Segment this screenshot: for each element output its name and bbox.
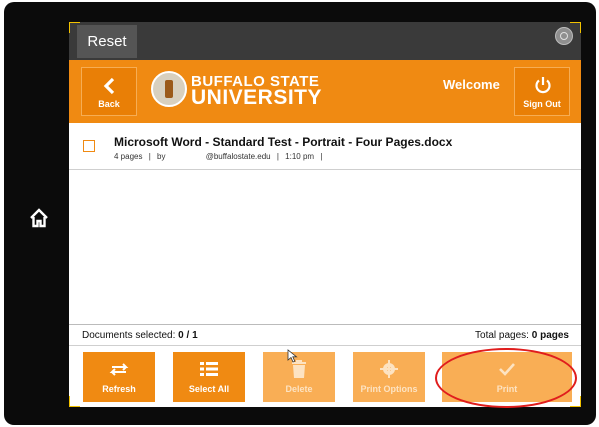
total-pages: Total pages: 0 pages: [475, 330, 569, 341]
action-toolbar: Refresh Select All Delete Print Options …: [69, 346, 581, 407]
delete-label: Delete: [285, 384, 313, 394]
document-by: by: [157, 152, 166, 161]
select-all-label: Select All: [188, 384, 230, 394]
print-label: Print: [496, 384, 518, 394]
document-pages: 4 pages: [114, 152, 143, 161]
print-release-screen: Reset Back BUFFALO STATE UNIVERSITY Welc…: [69, 22, 581, 407]
documents-selected-value: 0 / 1: [178, 330, 198, 341]
welcome-text: Welcome: [443, 77, 500, 92]
sign-out-label: Sign Out: [523, 99, 561, 109]
trash-icon: [292, 360, 306, 378]
home-icon: [30, 208, 48, 228]
print-options-label: Print Options: [360, 384, 418, 394]
logo-text-line2: UNIVERSITY: [191, 86, 323, 109]
document-list: Microsoft Word - Standard Test - Portrai…: [69, 123, 581, 323]
back-button[interactable]: Back: [81, 67, 137, 116]
list-icon: [200, 362, 218, 376]
refresh-button[interactable]: Refresh: [83, 352, 155, 402]
select-all-button[interactable]: Select All: [173, 352, 245, 402]
back-label: Back: [98, 99, 120, 109]
status-bar: Documents selected: 0 / 1 Total pages: 0…: [69, 324, 581, 346]
app-header: Back BUFFALO STATE UNIVERSITY Welcome Si…: [69, 60, 581, 123]
top-bar: Reset: [69, 22, 581, 60]
delete-button[interactable]: Delete: [263, 352, 335, 402]
document-meta: 4 pages | by @buffalostate.edu | 1:10 pm…: [114, 152, 323, 161]
document-row[interactable]: Microsoft Word - Standard Test - Portrai…: [69, 123, 581, 170]
refresh-label: Refresh: [102, 384, 136, 394]
checkmark-icon: [499, 363, 515, 376]
mouse-cursor-icon: [287, 349, 298, 363]
print-button[interactable]: Print: [442, 352, 572, 402]
university-seal-icon: [151, 71, 187, 107]
total-pages-value: 0 pages: [531, 330, 569, 341]
power-icon: [535, 77, 551, 94]
total-pages-label: Total pages:: [475, 330, 529, 341]
sign-out-button[interactable]: Sign Out: [514, 67, 570, 116]
document-owner-email: @buffalostate.edu: [205, 152, 271, 161]
refresh-icon: [109, 363, 129, 376]
documents-selected-label: Documents selected:: [82, 330, 176, 341]
document-checkbox[interactable]: [83, 140, 95, 152]
reset-button[interactable]: Reset: [77, 25, 137, 58]
chevron-left-icon: [103, 77, 115, 95]
documents-selected: Documents selected: 0 / 1: [82, 330, 198, 341]
document-name: Microsoft Word - Standard Test - Portrai…: [114, 135, 453, 149]
gear-icon: [380, 360, 398, 378]
document-time: 1:10 pm: [285, 152, 315, 161]
home-button[interactable]: [28, 207, 50, 229]
print-options-button[interactable]: Print Options: [353, 352, 425, 402]
